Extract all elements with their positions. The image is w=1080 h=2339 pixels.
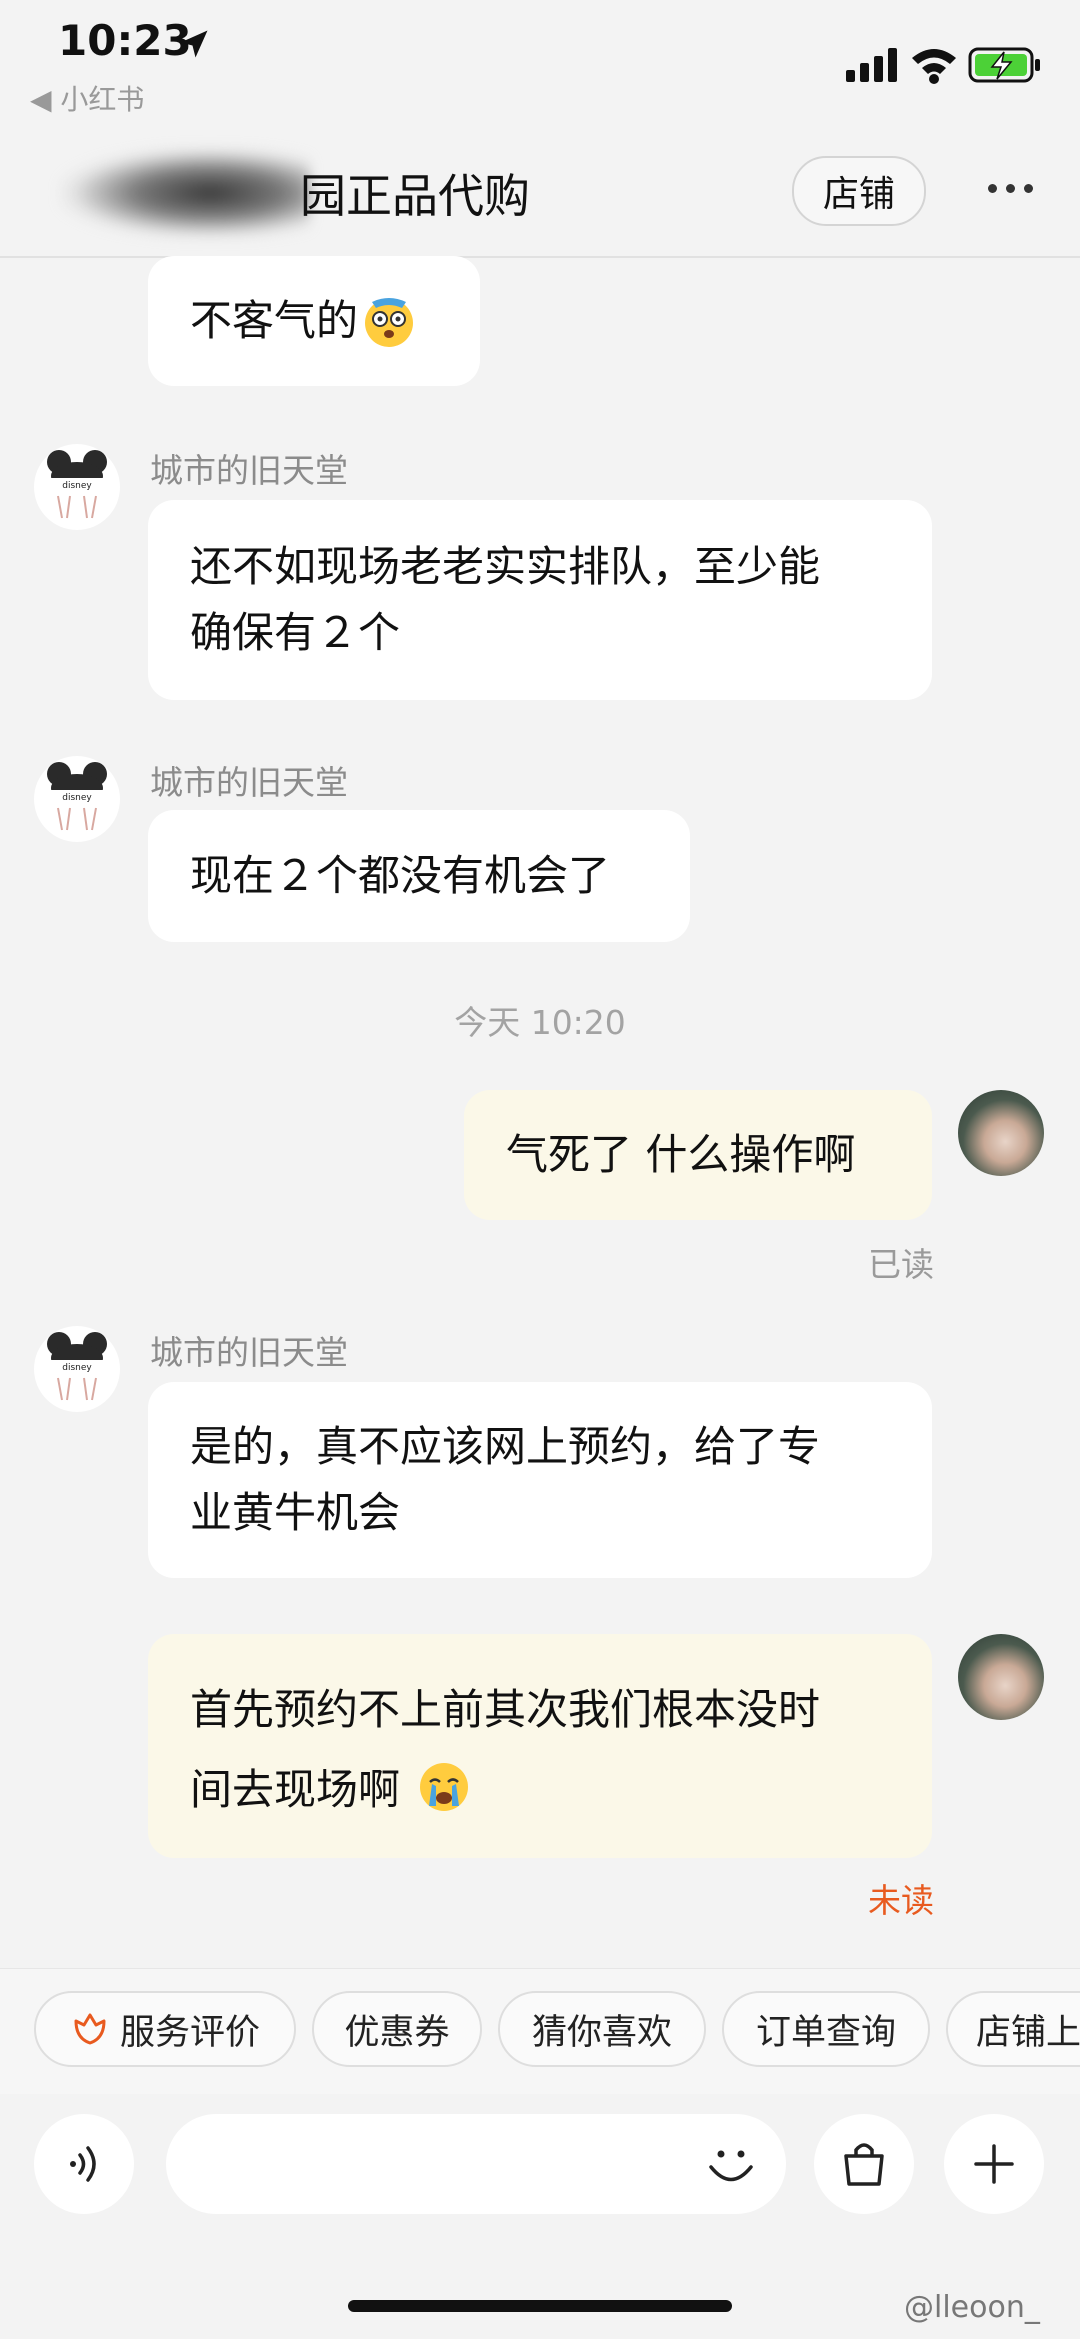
message-bubble-outgoing[interactable]: 气死了 什么操作啊 (464, 1090, 932, 1220)
quick-action-coupon[interactable]: 优惠券 (312, 1991, 482, 2067)
shop-title: 园正品代购 (300, 169, 530, 223)
time-divider: 今天 10:20 (454, 1003, 626, 1042)
message-bubble-incoming[interactable]: 不客气的 (148, 256, 480, 386)
avatar-disney[interactable]: disney (34, 444, 120, 530)
location-arrow-icon (180, 30, 208, 58)
message-text-line: 间去现场啊 (190, 1765, 401, 1814)
message-text-line: 业黄牛机会 (190, 1488, 401, 1537)
avatar-user[interactable] (958, 1634, 1044, 1720)
message-input[interactable] (166, 2114, 786, 2214)
wifi-icon (912, 49, 956, 84)
chip-label: 服务评价 (119, 2012, 260, 2053)
more-options-button[interactable] (980, 168, 1040, 208)
quick-action-service-review[interactable]: 服务评价 (34, 1991, 296, 2067)
flower-rating-icon (74, 2013, 106, 2045)
message-bubble-outgoing[interactable]: 首先预约不上前其次我们根本没时 间去现场啊 (148, 1634, 932, 1858)
plus-icon (974, 2144, 1014, 2184)
quick-action-guess-you-like[interactable]: 猜你喜欢 (498, 1991, 706, 2067)
emoji-smile-icon[interactable] (702, 2136, 760, 2194)
message-bubble-incoming[interactable]: 是的，真不应该网上预约，给了专 业黄牛机会 (148, 1382, 932, 1578)
cellular-signal-icon (846, 48, 897, 82)
message-text: 气死了 什么操作啊 (506, 1130, 856, 1179)
back-to-app-link[interactable]: ◀ 小红书 (30, 78, 144, 118)
message-text: 不客气的 (190, 296, 359, 345)
chip-label: 店铺上 (976, 2012, 1080, 2053)
home-indicator (348, 2300, 732, 2312)
sender-name: 城市的旧天堂 (150, 451, 348, 490)
chat-header: 园正品代购 店铺 (0, 140, 1080, 258)
watermark: @lleoon_ (904, 2290, 1040, 2325)
status-bar: 10:23 ◀ 小红书 (0, 0, 1080, 116)
status-time: 10:23 (58, 16, 192, 65)
quick-action-shop[interactable]: 店铺上 (946, 1991, 1080, 2067)
chip-label: 订单查询 (755, 2012, 896, 2053)
message-text-line: 还不如现场老老实实排队，至少能 (190, 542, 821, 591)
shocked-face-emoji-icon (365, 298, 414, 347)
read-status: 未读 (868, 1881, 934, 1920)
svg-text:disney: disney (62, 481, 92, 491)
shopping-bag-button[interactable] (814, 2114, 914, 2214)
message-bubble-incoming[interactable]: 现在２个都没有机会了 (148, 810, 690, 942)
crying-face-emoji-icon (420, 1763, 469, 1811)
blurred-shop-name (60, 148, 310, 238)
message-text-line: 确保有２个 (190, 608, 401, 657)
read-status: 已读 (868, 1245, 934, 1284)
voice-input-button[interactable] (34, 2114, 134, 2214)
quick-action-bar: 服务评价 优惠券 猜你喜欢 订单查询 店铺上 (0, 1968, 1080, 2095)
voice-wave-icon (70, 2146, 96, 2182)
svg-text:disney: disney (62, 793, 92, 803)
avatar-disney[interactable]: disney (34, 1326, 120, 1412)
add-more-button[interactable] (944, 2114, 1044, 2214)
sender-name: 城市的旧天堂 (150, 1333, 348, 1372)
message-text-line: 是的，真不应该网上预约，给了专 (190, 1422, 821, 1471)
shopping-bag-icon (844, 2143, 884, 2186)
message-text: 现在２个都没有机会了 (190, 851, 611, 900)
battery-charging-icon (968, 47, 1040, 83)
quick-action-order-query[interactable]: 订单查询 (722, 1991, 930, 2067)
svg-text:disney: disney (62, 1363, 92, 1373)
message-bubble-incoming[interactable]: 还不如现场老老实实排队，至少能 确保有２个 (148, 500, 932, 700)
avatar-user[interactable] (958, 1090, 1044, 1176)
message-text-line: 首先预约不上前其次我们根本没时 (190, 1685, 821, 1734)
chip-label: 优惠券 (344, 2012, 450, 2053)
sender-name: 城市的旧天堂 (150, 763, 348, 802)
disney-mickey-avatar-icon: disney (47, 450, 107, 519)
shop-button[interactable]: 店铺 (792, 156, 926, 226)
chip-label: 猜你喜欢 (531, 2012, 672, 2053)
disney-mickey-avatar-icon: disney (47, 1332, 107, 1401)
avatar-disney[interactable]: disney (34, 756, 120, 842)
disney-mickey-avatar-icon: disney (47, 762, 107, 831)
